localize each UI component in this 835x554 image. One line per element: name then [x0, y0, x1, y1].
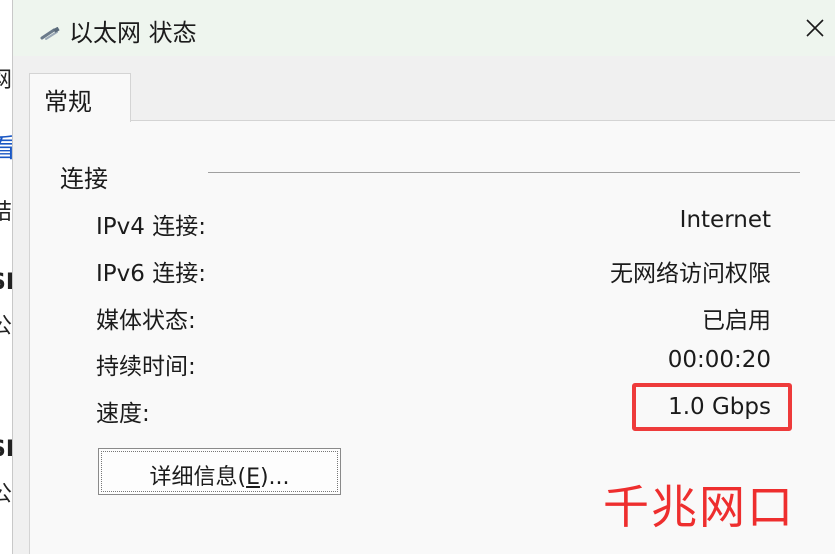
close-button[interactable] — [795, 8, 835, 48]
group-divider — [208, 172, 800, 173]
background-text: 公 — [0, 314, 12, 339]
tab-general[interactable]: 常规 — [29, 73, 131, 122]
background-text: 看 — [0, 128, 12, 165]
background-text: 结 — [0, 200, 12, 225]
connection-group-title: 连接 — [60, 165, 108, 193]
title-bar[interactable]: 以太网 状态 — [13, 0, 835, 56]
details-button-label: 详细信息(E)... — [99, 459, 340, 491]
ipv6-label: IPv6 连接: — [96, 261, 206, 287]
ethernet-status-dialog: 以太网 状态 常规 连接 IPv4 连接: Internet IPv6 连接: … — [12, 0, 835, 554]
tab-general-label: 常规 — [44, 88, 92, 116]
details-button-prefix: 详细信息( — [149, 465, 247, 490]
ipv4-label: IPv4 连接: — [96, 214, 206, 240]
ipv4-value: Internet — [679, 207, 771, 233]
details-button-mnemonic: E — [246, 465, 260, 490]
window-title: 以太网 状态 — [69, 19, 197, 47]
speed-label: 速度: — [96, 401, 150, 427]
details-button-suffix: )... — [259, 465, 290, 490]
gigabit-port-annotation: 千兆网口 — [603, 480, 795, 534]
details-button[interactable]: 详细信息(E)... — [98, 448, 341, 495]
general-panel: 连接 IPv4 连接: Internet IPv6 连接: 无网络访问权限 媒体… — [29, 120, 835, 554]
background-text: 公 — [0, 482, 12, 507]
network-cable-icon — [40, 26, 60, 40]
background-text: SH — [0, 270, 12, 295]
media-state-value: 已启用 — [702, 308, 771, 334]
background-text: 网 — [0, 68, 12, 93]
background-text: SH — [0, 437, 12, 462]
ipv6-value: 无网络访问权限 — [610, 261, 771, 287]
duration-value: 00:00:20 — [667, 347, 771, 373]
background-window: 网 看 结 SH 公 SH 公 — [0, 0, 12, 554]
close-icon — [806, 19, 824, 37]
speed-highlight-box — [632, 383, 792, 431]
media-state-label: 媒体状态: — [96, 308, 196, 334]
duration-label: 持续时间: — [96, 354, 196, 380]
